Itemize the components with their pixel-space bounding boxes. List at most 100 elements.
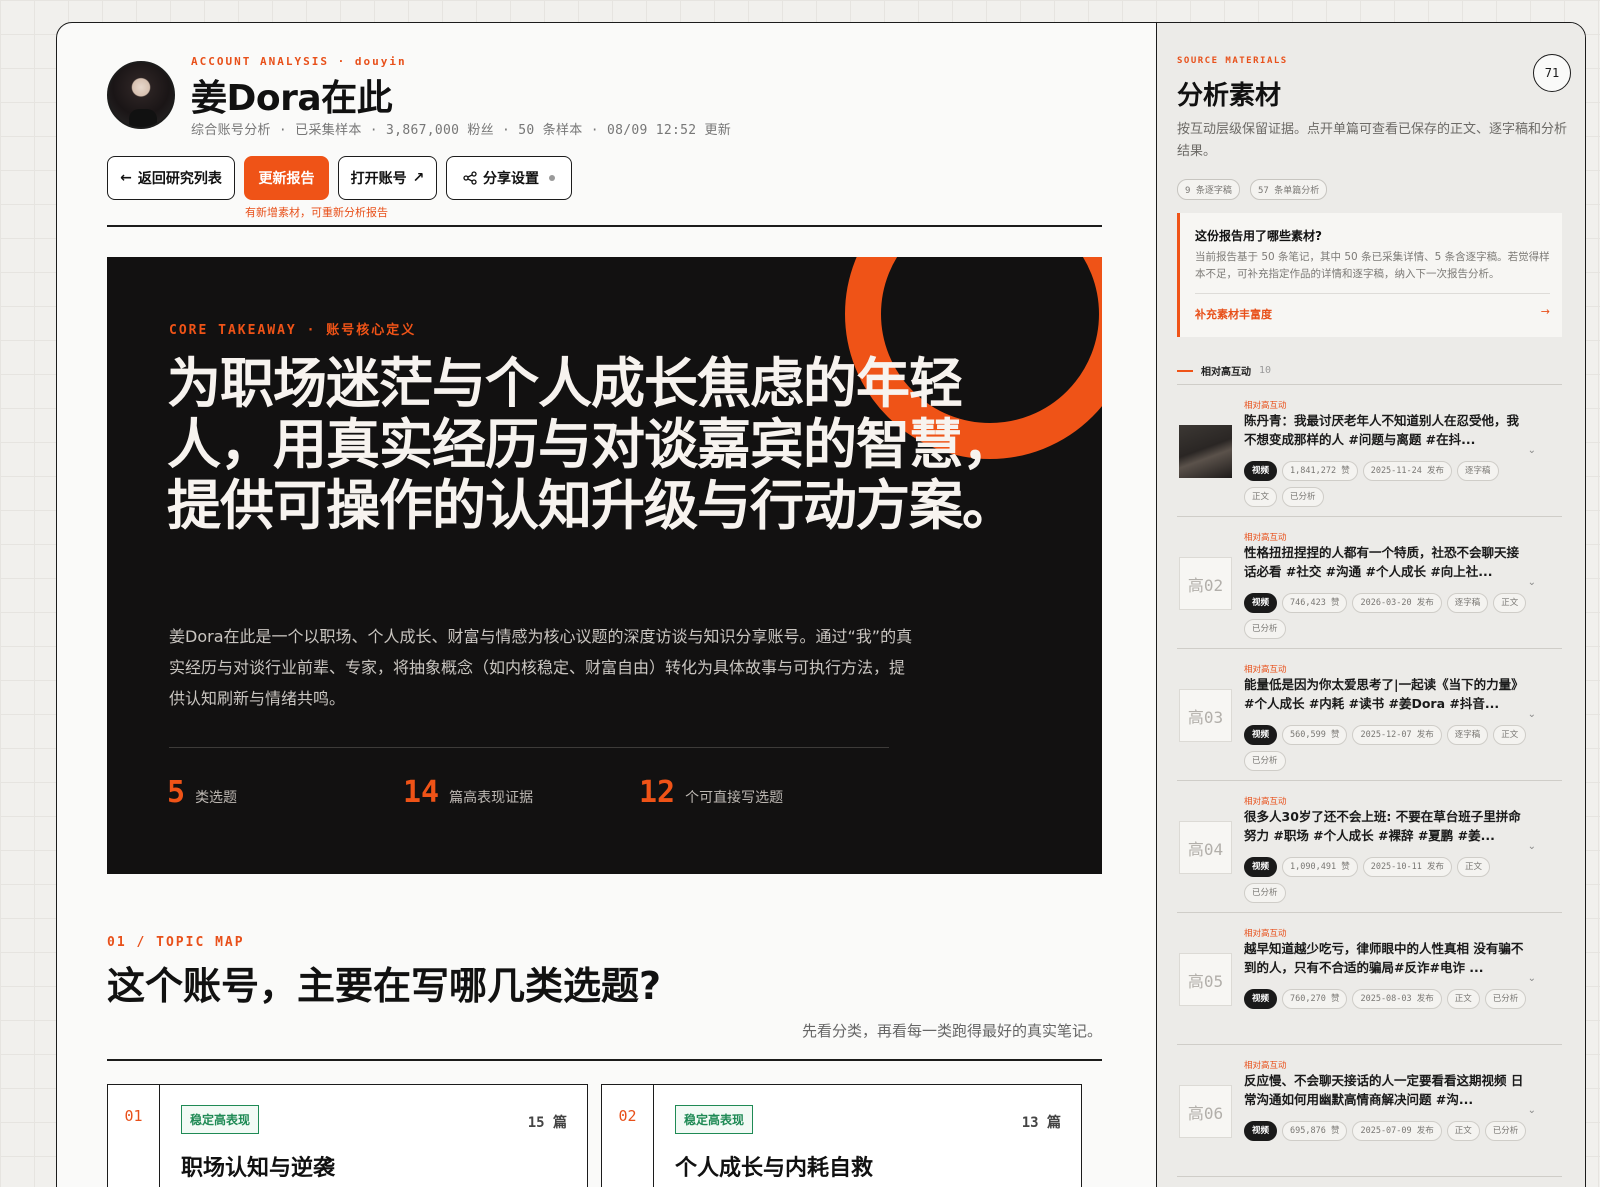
type-badge: 视频 [1244, 461, 1278, 481]
group-header: 相对高互动 10 [1177, 363, 1271, 378]
meta-tag: 1,841,272 赞 [1282, 461, 1358, 481]
share-settings-label: 分享设置 [483, 171, 539, 187]
arrow-right-icon[interactable]: → [1541, 305, 1550, 318]
meta-tag: 1,090,491 赞 [1282, 857, 1358, 877]
stat-label: 个可直接写选题 [685, 790, 784, 806]
group-accent-bar [1177, 369, 1193, 372]
item-tier-label: 相对高互动 [1244, 929, 1287, 939]
back-button-label: 返回研究列表 [137, 171, 222, 187]
back-button[interactable]: ← 返回研究列表 [107, 156, 235, 200]
stat-value: 12 [639, 775, 676, 810]
stat-value: 14 [403, 775, 440, 810]
meta-tag: 已分析 [1484, 989, 1527, 1009]
meta-tag: 2026-03-20 发布 [1352, 593, 1442, 613]
section-note: 先看分类，再看每一类跑得最好的真实笔记。 [801, 1022, 1102, 1040]
share-settings-button[interactable]: 分享设置 [446, 156, 572, 200]
material-item[interactable]: 高04 相对高互动很多人30岁了还不会上班: 不要在草台班子里拼命努力 #职场 #… [1177, 781, 1562, 913]
group-count: 10 [1259, 365, 1272, 376]
meta-tag: 逐字稿 [1446, 593, 1489, 613]
item-title: 越早知道越少吃亏，律师眼中的人性真相 没有骗不到的人，只有不合适的骗局#反诈#电… [1244, 941, 1524, 975]
chevron-down-icon[interactable]: ⌄ [1528, 577, 1536, 588]
hero-description: 姜Dora在此是一个以职场、个人成长、财富与情感为核心议题的深度访谈与知识分享账… [169, 627, 913, 708]
item-title: 反应慢、不会聊天接话的人一定要看看这期视频 日常沟通如何用幽默高情商解决问题 #… [1244, 1073, 1524, 1107]
core-takeaway-panel: CORE TAKEAWAY · 账号核心定义 为职场迷茫与个人成长焦虑的年轻人，… [107, 257, 1102, 874]
share-icon [463, 171, 477, 185]
item-title: 很多人30岁了还不会上班: 不要在草台班子里拼命努力 #职场 #个人成长 #裸辞… [1244, 809, 1521, 843]
item-tier-label: 相对高互动 [1244, 1061, 1287, 1071]
meta-tag: 逐字稿 [1446, 725, 1489, 745]
topic-title: 职场认知与逆袭 [181, 1156, 336, 1181]
rank-placeholder: 高02 [1179, 557, 1232, 610]
chevron-down-icon[interactable]: ⌄ [1528, 973, 1536, 984]
analysis-count-pill: 57 条单篇分析 [1249, 179, 1328, 200]
meta-tag: 已分析 [1282, 487, 1324, 507]
open-account-button[interactable]: 打开账号 ↗ [338, 156, 437, 200]
topic-index: 01 [108, 1085, 160, 1187]
chevron-down-icon[interactable]: ⌄ [1528, 1105, 1536, 1116]
hero-divider [169, 747, 889, 748]
sidebar-title: 分析素材 [1177, 81, 1282, 111]
chevron-down-icon[interactable]: ⌄ [1528, 841, 1536, 852]
hero-title: 为职场迷茫与个人成长焦虑的年轻人，用真实经历与对谈嘉宾的智慧，提供可操作的认知升… [167, 352, 1016, 537]
chevron-down-icon[interactable]: ⌄ [1528, 709, 1536, 720]
meta-tag: 正文 [1446, 1121, 1480, 1141]
section-title: 这个账号，主要在写哪几类选题? [107, 964, 662, 1008]
report-main: ACCOUNT ANALYSIS · douyin 姜Dora在此 综合账号分析… [57, 23, 1156, 1187]
type-badge: 视频 [1244, 857, 1278, 877]
update-report-button[interactable]: 更新报告 [244, 156, 329, 200]
stat-ideas: 12 个可直接写选题 [639, 775, 783, 810]
material-item[interactable]: 高06 相对高互动反应慢、不会聊天接话的人一定要看看这期视频 日常沟通如何用幽默高… [1177, 1045, 1562, 1177]
external-link-icon: ↗ [412, 170, 425, 186]
sidebar-description: 按互动层级保留证据。点开单篇可查看已保存的正文、逐字稿和分析结果。 [1177, 122, 1568, 159]
type-badge: 视频 [1244, 1121, 1278, 1141]
topic-count: 13 篇 [1021, 1115, 1061, 1131]
meta-tag: 已分析 [1484, 1121, 1527, 1141]
meta-tag: 2025-11-24 发布 [1362, 461, 1452, 481]
meta-tag: 2025-10-11 发布 [1362, 857, 1452, 877]
header-divider [107, 225, 1102, 227]
topic-count: 15 篇 [527, 1115, 567, 1131]
meta-tag: 已分析 [1244, 751, 1286, 771]
avatar [107, 61, 175, 129]
meta-tag: 正文 [1457, 857, 1491, 877]
meta-tag: 正文 [1244, 487, 1278, 507]
chevron-down-icon[interactable]: ⌄ [1528, 445, 1536, 456]
group-label: 相对高互动 [1201, 367, 1251, 378]
meta-tag: 560,599 赞 [1282, 725, 1348, 745]
stat-value: 5 [167, 775, 186, 810]
material-count-badge: 71 [1533, 54, 1571, 92]
meta-tag: 2025-07-09 发布 [1352, 1121, 1442, 1141]
transcript-count-pill: 9 条逐字稿 [1177, 179, 1240, 200]
rank-placeholder: 高03 [1179, 689, 1232, 742]
meta-tag: 已分析 [1244, 619, 1286, 639]
materials-callout: 这份报告用了哪些素材? 当前报告基于 50 条笔记，其中 50 条已采集详情、5… [1177, 213, 1562, 337]
meta-tag: 2025-12-07 发布 [1352, 725, 1442, 745]
topic-card[interactable]: 02 稳定高表现 13 篇 个人成长与内耗自救 [601, 1084, 1082, 1187]
callout-divider [1195, 293, 1550, 294]
source-materials-sidebar: SOURCE MATERIALS 分析素材 71 按互动层级保留证据。点开单篇可… [1156, 23, 1585, 1187]
app-window: ACCOUNT ANALYSIS · douyin 姜Dora在此 综合账号分析… [56, 22, 1586, 1187]
rank-placeholder: 高05 [1179, 953, 1232, 1006]
rank-placeholder: 高06 [1179, 1085, 1232, 1138]
item-tags: 视频 560,599 赞 2025-12-07 发布 逐字稿 正文已分析 [1244, 719, 1534, 771]
material-item[interactable]: 高05 相对高互动越早知道越少吃亏，律师眼中的人性真相 没有骗不到的人，只有不合适… [1177, 913, 1562, 1045]
update-hint: 有新增素材，可重新分析报告 [245, 206, 388, 219]
material-item[interactable]: 高03 相对高互动 能量低是因为你太爱思考了|一起读《当下的力量》 #个人成长 #内… [1177, 649, 1562, 781]
material-item[interactable]: 相对高互动 陈丹青：我最讨厌老年人不知道别人在忍受他，我不想变成那样的人 #问题与… [1177, 385, 1562, 517]
topic-index: 02 [602, 1085, 654, 1187]
stat-evidence: 14 篇高表现证据 [403, 775, 533, 810]
meta-tag: 正文 [1493, 593, 1527, 613]
account-eyebrow: ACCOUNT ANALYSIS · douyin [191, 55, 407, 68]
topic-card[interactable]: 01 稳定高表现 15 篇 职场认知与逆袭 [107, 1084, 588, 1187]
rank-placeholder: 高04 [1179, 821, 1232, 874]
enrich-materials-link[interactable]: 补充素材丰富度 [1195, 306, 1272, 322]
material-item[interactable]: 高02 相对高互动 性格扭扭捏捏的人都有一个特质，社恐不会聊天接话必看 #社交 #沟… [1177, 517, 1562, 649]
item-title: 陈丹青：我最讨厌老年人不知道别人在忍受他，我不想变成那样的人 #问题与离题 #在… [1244, 413, 1520, 447]
update-report-label: 更新报告 [258, 171, 315, 187]
type-badge: 视频 [1244, 593, 1278, 613]
meta-tag: 760,270 赞 [1282, 989, 1348, 1009]
item-tier-label: 相对高互动 [1244, 797, 1287, 807]
arrow-left-icon: ← [120, 170, 132, 186]
hero-eyebrow: CORE TAKEAWAY · 账号核心定义 [169, 323, 417, 338]
section-eyebrow: 01 / TOPIC MAP [107, 935, 245, 950]
